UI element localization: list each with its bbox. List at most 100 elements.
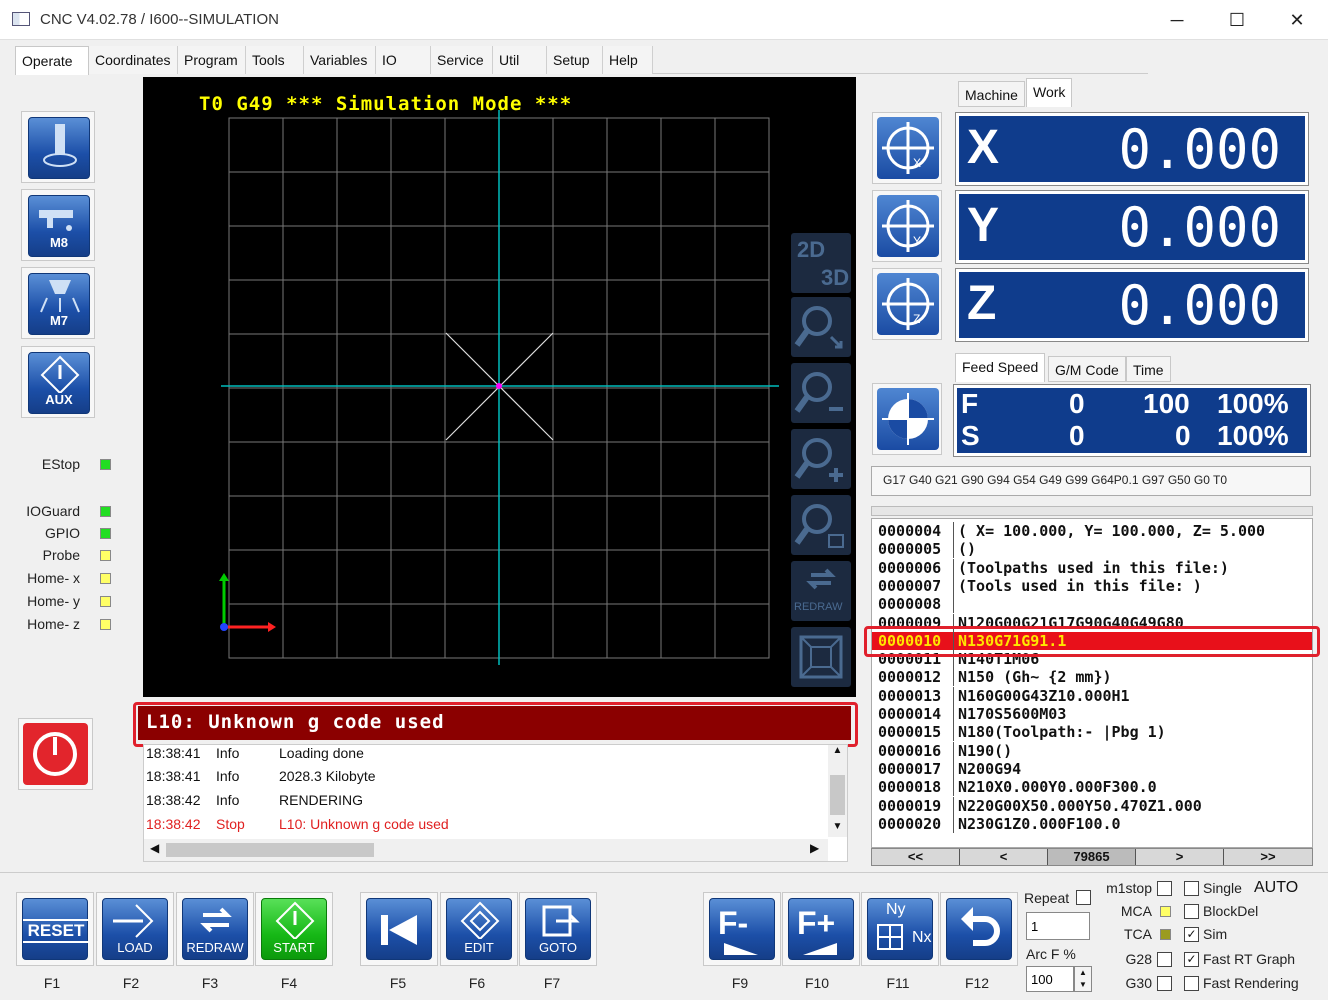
- scroll-left-icon[interactable]: ◀: [150, 841, 159, 855]
- feed-plus-button[interactable]: F+: [782, 892, 860, 966]
- code-line[interactable]: 0000018 N210X0.000Y0.000F300.0: [872, 778, 1312, 797]
- repeat-count-input[interactable]: [1026, 912, 1090, 940]
- tab-gm-code[interactable]: G/M Code: [1048, 356, 1126, 382]
- hscroll-thumb[interactable]: [166, 843, 374, 857]
- tab-feed-speed[interactable]: Feed Speed: [955, 353, 1046, 382]
- edit-button[interactable]: EDIT: [440, 892, 518, 966]
- tab-tools[interactable]: Tools: [246, 46, 304, 74]
- code-line[interactable]: 0000013 N160G00G43Z10.000H1: [872, 686, 1312, 705]
- nav-last-button[interactable]: >>: [1224, 849, 1312, 865]
- zoom-in-button[interactable]: [791, 429, 851, 489]
- g28-checkbox[interactable]: [1157, 952, 1172, 967]
- tab-variables[interactable]: Variables: [304, 46, 376, 74]
- svg-text:X: X: [913, 156, 921, 170]
- code-line[interactable]: 0000017 N200G94: [872, 759, 1312, 778]
- tab-coordinates[interactable]: Coordinates: [89, 46, 178, 74]
- tab-program[interactable]: Program: [178, 46, 246, 74]
- arcf-input[interactable]: [1026, 966, 1074, 992]
- load-label: LOAD: [117, 940, 153, 955]
- nav-prev-button[interactable]: <: [960, 849, 1048, 865]
- log-horizontal-scrollbar[interactable]: ◀ ▶: [144, 839, 828, 861]
- reset-label: RESET: [23, 919, 89, 943]
- sim-checkbox[interactable]: ✓: [1184, 927, 1199, 942]
- code-line[interactable]: 0000019 N220G00X50.000Y50.470Z1.000: [872, 796, 1312, 815]
- tab-operate[interactable]: Operate: [15, 46, 89, 75]
- zoom-fit-button[interactable]: [791, 297, 851, 357]
- reset-button[interactable]: RESET: [16, 892, 94, 966]
- zero-z-button[interactable]: Z: [872, 268, 942, 340]
- tab-help[interactable]: Help: [603, 46, 653, 74]
- simulation-view[interactable]: T0 G49 *** Simulation Mode *** 2D 3D RED…: [143, 77, 856, 697]
- return-button[interactable]: [940, 892, 1018, 966]
- feed-minus-button[interactable]: F-: [703, 892, 781, 966]
- code-line[interactable]: 0000015 N180(Toolpath:- |Pbg 1): [872, 723, 1312, 742]
- load-button[interactable]: LOAD: [96, 892, 174, 966]
- aux-button[interactable]: AUX: [21, 346, 95, 418]
- repeat-checkbox[interactable]: [1076, 890, 1091, 905]
- probe-status: Probe: [0, 546, 120, 566]
- splitter[interactable]: [871, 506, 1313, 516]
- svg-text:Z: Z: [913, 312, 920, 326]
- arcf-spinner[interactable]: ▲ ▼: [1074, 966, 1092, 992]
- gcode-listing[interactable]: 0000004( X= 100.000, Y= 100.000, Z= 5.00…: [871, 518, 1313, 848]
- close-button[interactable]: ✕: [1267, 0, 1327, 40]
- power-button[interactable]: [18, 718, 93, 790]
- tab-time[interactable]: Time: [1126, 356, 1171, 382]
- zero-x-button[interactable]: X: [872, 112, 942, 184]
- tab-work[interactable]: Work: [1026, 78, 1073, 107]
- mist-m7-button[interactable]: M7: [21, 267, 95, 339]
- m8-label: M8: [49, 235, 69, 250]
- redraw-button[interactable]: REDRAW: [176, 892, 254, 966]
- scroll-right-icon[interactable]: ▶: [810, 841, 819, 855]
- tab-util[interactable]: Util: [493, 46, 547, 74]
- blockdel-checkbox[interactable]: [1184, 904, 1199, 919]
- maximize-button[interactable]: ☐: [1207, 0, 1267, 40]
- fast-rendering-checkbox[interactable]: [1184, 976, 1199, 991]
- nav-next-button[interactable]: >: [1136, 849, 1224, 865]
- code-line[interactable]: 0000005(): [872, 540, 1312, 559]
- code-line[interactable]: 0000007 (Tools used in this file: ): [872, 576, 1312, 595]
- nav-line-number[interactable]: 79865: [1048, 849, 1136, 865]
- scroll-down-icon[interactable]: ▼: [828, 821, 847, 832]
- zoom-out-button[interactable]: [791, 363, 851, 423]
- code-line[interactable]: 0000020 N230G1Z0.000F100.0: [872, 814, 1312, 833]
- code-line[interactable]: 0000008: [872, 595, 1312, 614]
- rewind-button[interactable]: [360, 892, 438, 966]
- zero-y-button[interactable]: Y: [872, 190, 942, 262]
- code-line[interactable]: 0000004( X= 100.000, Y= 100.000, Z= 5.00…: [872, 522, 1312, 540]
- minimize-button[interactable]: ─: [1147, 0, 1207, 40]
- message-log[interactable]: 18:38:41 Info Loading done 18:38:41 Info 202…: [143, 744, 848, 862]
- fast-rt-graph-checkbox[interactable]: ✓: [1184, 952, 1199, 967]
- view-box-button[interactable]: [791, 627, 851, 687]
- g30-checkbox[interactable]: [1157, 976, 1172, 991]
- goto-button[interactable]: GOTO: [519, 892, 597, 966]
- m1stop-checkbox[interactable]: [1157, 881, 1172, 896]
- zoom-window-button[interactable]: [791, 495, 851, 555]
- f9-key: F9: [731, 975, 749, 991]
- nav-first-button[interactable]: <<: [872, 849, 960, 865]
- scroll-thumb[interactable]: [830, 775, 845, 815]
- tab-service[interactable]: Service: [431, 46, 493, 74]
- spindle-button[interactable]: [21, 111, 95, 183]
- view-2d3d-button[interactable]: 2D 3D: [791, 233, 851, 293]
- start-button[interactable]: START: [255, 892, 333, 966]
- aux-icon: [40, 355, 80, 395]
- code-line[interactable]: 0000016 N190(): [872, 741, 1312, 760]
- gpio-led: [100, 528, 111, 539]
- tab-setup[interactable]: Setup: [547, 46, 603, 74]
- code-line[interactable]: 0000014 N170S5600M03: [872, 705, 1312, 723]
- next-line-button[interactable]: Ny Nx: [861, 892, 939, 966]
- f6-key: F6: [468, 975, 486, 991]
- code-line[interactable]: 0000012 N150 (Gh~ {2 mm}): [872, 668, 1312, 687]
- active-gcodes: G17 G40 G21 G90 G94 G54 G49 G99 G64P0.1 …: [871, 466, 1311, 496]
- redraw-view-button[interactable]: REDRAW: [791, 561, 851, 621]
- single-checkbox[interactable]: [1184, 881, 1199, 896]
- scroll-up-icon[interactable]: ▲: [828, 745, 847, 756]
- tab-machine[interactable]: Machine: [958, 81, 1025, 107]
- code-line[interactable]: 0000006 (Toolpaths used in this file:): [872, 558, 1312, 577]
- log-vertical-scrollbar[interactable]: ▲ ▼: [828, 745, 847, 837]
- tab-io[interactable]: IO: [376, 46, 431, 74]
- feed-override-button[interactable]: [872, 383, 942, 455]
- home-y-status: Home- y: [0, 592, 120, 612]
- coolant-m8-button[interactable]: M8: [21, 189, 95, 261]
